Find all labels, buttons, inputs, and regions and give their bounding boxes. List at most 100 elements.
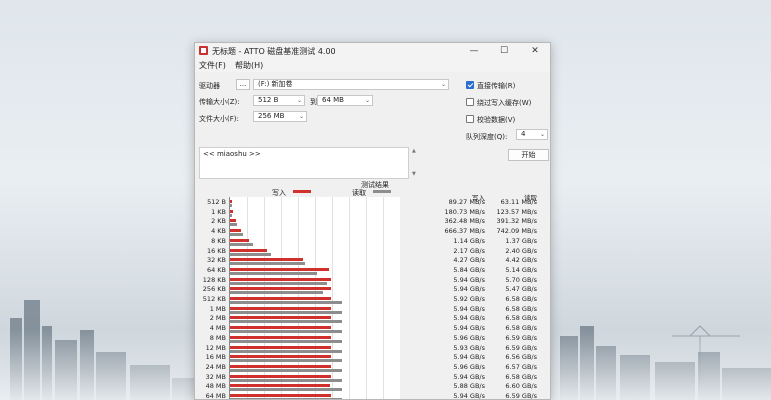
write-bar bbox=[230, 209, 234, 213]
read-speed-value: 6.56 GB/s bbox=[505, 353, 537, 362]
read-speed-value: 6.57 GB/s bbox=[505, 362, 537, 371]
drive-browse-button[interactable]: ... bbox=[236, 79, 250, 90]
write-speed-value: 5.94 GB/s bbox=[453, 324, 485, 333]
title-bar[interactable]: 无标题 - ATTO 磁盘基准测试 4.00 — ☐ ✕ bbox=[195, 43, 550, 59]
write-bar bbox=[230, 219, 237, 223]
write-bar bbox=[230, 277, 331, 281]
read-bar bbox=[230, 271, 318, 275]
maximize-icon[interactable]: ☐ bbox=[490, 43, 518, 59]
read-bar bbox=[230, 213, 233, 217]
minimize-icon[interactable]: — bbox=[460, 43, 488, 59]
atto-window: 无标题 - ATTO 磁盘基准测试 4.00 — ☐ ✕ 文件(F) 帮助(H)… bbox=[194, 42, 551, 400]
results-panel: 测试结果 写入 读取 写入 读取 512 B 89.27 MB/s 63.11 MB… bbox=[195, 180, 550, 400]
read-bar bbox=[230, 262, 306, 266]
transfer-from-select[interactable]: 512 B ⌄ bbox=[253, 95, 305, 106]
legend-read-swatch bbox=[373, 190, 391, 193]
read-bar bbox=[230, 301, 342, 304]
write-bar bbox=[230, 384, 330, 388]
write-bar bbox=[230, 364, 332, 368]
read-bar bbox=[230, 252, 271, 256]
write-bar bbox=[230, 200, 232, 203]
read-bar bbox=[230, 310, 342, 314]
transfer-size-tick: 128 KB bbox=[202, 275, 226, 284]
write-bar bbox=[230, 335, 332, 339]
scroll-down-icon[interactable]: ▼ bbox=[412, 171, 416, 177]
transfer-size-tick: 12 MB bbox=[205, 343, 226, 352]
write-speed-value: 89.27 MB/s bbox=[448, 198, 485, 206]
read-speed-value: 6.58 GB/s bbox=[505, 314, 537, 323]
transfer-size-tick: 512 B bbox=[207, 198, 226, 206]
read-bar bbox=[230, 320, 342, 324]
write-bar bbox=[230, 287, 331, 291]
read-bar bbox=[230, 368, 342, 372]
legend-write-swatch bbox=[293, 190, 311, 193]
verify-data-label: 校验数据(V) bbox=[477, 116, 516, 124]
transfer-size-tick: 32 KB bbox=[206, 256, 226, 265]
description-scrollbar[interactable]: ▲ ▼ bbox=[411, 147, 419, 179]
write-speed-value: 5.96 GB/s bbox=[453, 362, 485, 371]
transfer-size-tick: 8 KB bbox=[211, 236, 226, 245]
transfer-to-select[interactable]: 64 MB ⌄ bbox=[317, 95, 373, 106]
transfer-size-tick: 256 KB bbox=[202, 285, 226, 294]
write-speed-value: 5.94 GB/s bbox=[453, 372, 485, 381]
read-bar bbox=[230, 339, 343, 343]
read-speed-value: 6.59 GB/s bbox=[505, 343, 537, 352]
chevron-down-icon: ⌄ bbox=[539, 131, 545, 138]
read-speed-value: 6.59 GB/s bbox=[505, 392, 537, 400]
write-speed-value: 5.93 GB/s bbox=[453, 343, 485, 352]
drive-select[interactable]: (F:) 新加卷 ⌄ bbox=[253, 79, 449, 90]
read-bar bbox=[230, 388, 343, 392]
chevron-down-icon: ⌄ bbox=[440, 81, 446, 88]
transfer-from-value: 512 B bbox=[258, 96, 279, 104]
transfer-to-value: 64 MB bbox=[322, 96, 344, 104]
transfer-size-tick: 4 KB bbox=[211, 227, 226, 236]
read-speed-value: 5.47 GB/s bbox=[505, 285, 537, 294]
write-bar bbox=[230, 248, 267, 252]
bypass-cache-checkbox[interactable] bbox=[466, 98, 474, 106]
gridline bbox=[383, 197, 384, 399]
to-label: 到 bbox=[310, 98, 317, 106]
start-button[interactable]: 开始 bbox=[508, 149, 549, 161]
queue-depth-select[interactable]: 4 ⌄ bbox=[516, 129, 548, 140]
verify-data-checkbox[interactable] bbox=[466, 115, 474, 123]
close-icon[interactable]: ✕ bbox=[521, 43, 549, 59]
drive-value: (F:) 新加卷 bbox=[258, 80, 293, 88]
write-bar bbox=[230, 229, 242, 233]
transfer-size-tick: 512 KB bbox=[202, 295, 226, 303]
write-speed-value: 5.94 GB/s bbox=[453, 275, 485, 284]
menu-help[interactable]: 帮助(H) bbox=[235, 60, 263, 71]
read-speed-value: 1.37 GB/s bbox=[505, 236, 537, 245]
queue-depth-value: 4 bbox=[521, 130, 526, 138]
transfer-size-tick: 2 KB bbox=[211, 217, 226, 226]
write-bar bbox=[230, 306, 331, 310]
read-speed-value: 2.40 GB/s bbox=[505, 246, 537, 255]
transfer-size-tick: 48 MB bbox=[205, 382, 226, 391]
write-speed-value: 4.27 GB/s bbox=[453, 256, 485, 265]
transfer-size-tick: 1 KB bbox=[211, 207, 226, 216]
gridline bbox=[349, 197, 350, 399]
gridline bbox=[366, 197, 367, 399]
file-size-value: 256 MB bbox=[258, 112, 285, 120]
chevron-down-icon: ⌄ bbox=[296, 97, 302, 104]
read-bar bbox=[230, 359, 342, 363]
transfer-size-tick: 64 MB bbox=[205, 392, 226, 400]
read-speed-value: 6.58 GB/s bbox=[505, 295, 537, 303]
write-speed-value: 362.48 MB/s bbox=[444, 217, 485, 226]
write-bar bbox=[230, 267, 330, 271]
write-speed-value: 5.94 GB/s bbox=[453, 392, 485, 400]
menu-file[interactable]: 文件(F) bbox=[199, 60, 226, 71]
read-speed-value: 6.58 GB/s bbox=[505, 304, 537, 313]
drive-label: 驱动器 bbox=[199, 82, 220, 90]
write-bar bbox=[230, 345, 331, 349]
scroll-up-icon[interactable]: ▲ bbox=[412, 148, 416, 154]
description-textarea[interactable]: << miaoshu >> bbox=[199, 147, 409, 179]
direct-io-checkbox[interactable] bbox=[466, 81, 474, 89]
menu-bar: 文件(F) 帮助(H) bbox=[195, 59, 550, 72]
transfer-size-tick: 32 MB bbox=[205, 372, 226, 381]
read-bar bbox=[230, 330, 342, 334]
read-speed-value: 6.59 GB/s bbox=[505, 333, 537, 342]
write-speed-value: 5.94 GB/s bbox=[453, 314, 485, 323]
file-size-select[interactable]: 256 MB ⌄ bbox=[253, 111, 307, 122]
file-size-label: 文件大小(F): bbox=[199, 115, 239, 123]
write-speed-value: 5.92 GB/s bbox=[453, 295, 485, 303]
